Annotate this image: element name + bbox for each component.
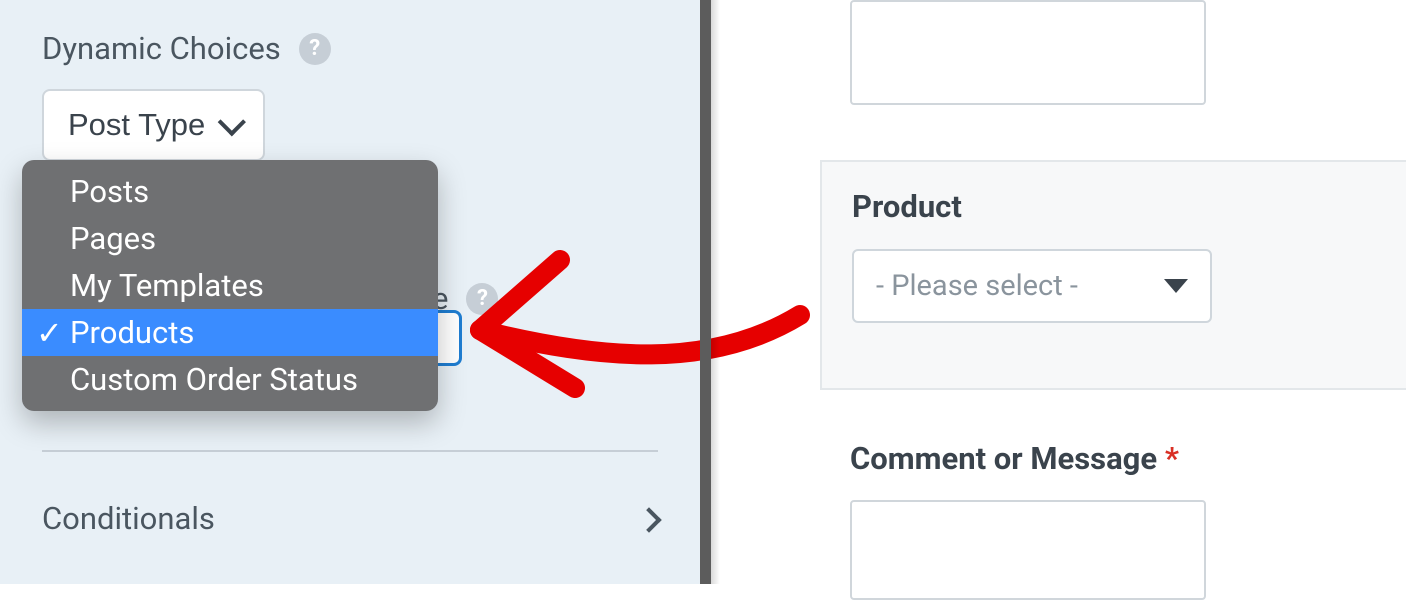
- dropdown-item-label: Posts: [70, 173, 149, 210]
- dropdown-item-label: Pages: [70, 220, 156, 257]
- dropdown-item-label: Products: [70, 314, 194, 351]
- conditionals-label: Conditionals: [42, 500, 215, 537]
- post-type-select-label: Post Type: [68, 107, 205, 143]
- dropdown-item-pages[interactable]: Pages: [22, 215, 438, 262]
- help-icon[interactable]: ?: [299, 33, 331, 65]
- product-select-placeholder: - Please select -: [876, 269, 1078, 303]
- product-select[interactable]: - Please select -: [852, 249, 1212, 323]
- chevron-right-icon: [640, 500, 658, 537]
- dynamic-choices-label-row: Dynamic Choices ?: [42, 30, 658, 67]
- caret-down-icon: [1164, 279, 1188, 293]
- check-icon: ✓: [36, 317, 70, 349]
- section-divider: [42, 450, 658, 452]
- selected-input-edge: [434, 310, 462, 366]
- chevron-down-icon: [219, 107, 239, 143]
- dropdown-item-posts[interactable]: Posts: [22, 168, 438, 215]
- product-field-section: Product - Please select -: [820, 160, 1406, 390]
- comment-label-text: Comment or Message: [850, 440, 1157, 477]
- dropdown-item-label: Custom Order Status: [70, 361, 358, 398]
- text-input[interactable]: [850, 0, 1206, 105]
- dropdown-item-products[interactable]: ✓ Products: [22, 309, 438, 356]
- dropdown-item-my-templates[interactable]: My Templates: [22, 262, 438, 309]
- conditionals-row[interactable]: Conditionals: [42, 500, 658, 537]
- settings-panel: Dynamic Choices ? Post Type e ? Posts Pa…: [0, 0, 700, 584]
- required-asterisk: *: [1165, 440, 1179, 477]
- dropdown-item-custom-order-status[interactable]: Custom Order Status: [22, 356, 438, 403]
- comment-field-label: Comment or Message *: [850, 440, 1179, 477]
- comment-textarea[interactable]: [850, 500, 1206, 600]
- post-type-dropdown-menu[interactable]: Posts Pages My Templates ✓ Products Cust…: [22, 160, 438, 411]
- dropdown-item-label: My Templates: [70, 267, 264, 304]
- help-icon[interactable]: ?: [466, 283, 498, 315]
- post-type-select-button[interactable]: Post Type: [42, 89, 265, 161]
- dynamic-choices-label: Dynamic Choices: [42, 30, 281, 67]
- product-field-label: Product: [852, 188, 1366, 225]
